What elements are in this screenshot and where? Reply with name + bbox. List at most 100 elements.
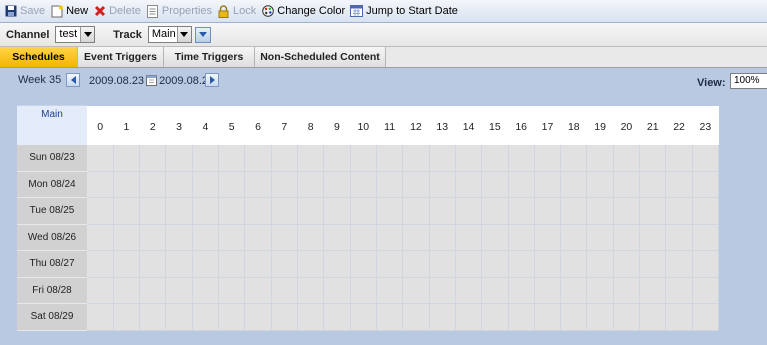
schedule-slot[interactable] (244, 197, 272, 225)
schedule-slot[interactable] (376, 277, 404, 304)
schedule-slot[interactable] (613, 303, 641, 331)
schedule-slot[interactable] (244, 224, 272, 251)
schedule-slot[interactable] (297, 197, 325, 225)
schedule-slot[interactable] (350, 250, 377, 278)
schedule-slot[interactable] (508, 144, 535, 172)
schedule-slot[interactable] (692, 224, 720, 251)
schedule-slot[interactable] (297, 250, 325, 278)
schedule-slot[interactable] (534, 144, 562, 172)
schedule-slot[interactable] (350, 171, 377, 198)
schedule-slot[interactable] (665, 277, 693, 304)
schedule-slot[interactable] (271, 303, 299, 331)
schedule-slot[interactable] (323, 171, 351, 198)
schedule-slot[interactable] (218, 197, 246, 225)
schedule-slot[interactable] (165, 303, 193, 331)
schedule-slot[interactable] (692, 171, 720, 198)
schedule-slot[interactable] (271, 224, 299, 251)
chevron-down-icon[interactable] (80, 27, 95, 42)
properties-button[interactable]: Properties (145, 2, 216, 20)
schedule-slot[interactable] (665, 250, 693, 278)
schedule-slot[interactable] (139, 171, 167, 198)
schedule-slot[interactable] (586, 171, 614, 198)
schedule-slot[interactable] (402, 303, 430, 331)
schedule-slot[interactable] (139, 224, 167, 251)
schedule-slot[interactable] (429, 171, 456, 198)
schedule-slot[interactable] (639, 303, 667, 331)
schedule-slot[interactable] (613, 197, 641, 225)
schedule-slot[interactable] (429, 250, 456, 278)
schedule-slot[interactable] (271, 144, 299, 172)
schedule-slot[interactable] (429, 224, 456, 251)
channel-select[interactable]: test (55, 26, 96, 43)
schedule-slot[interactable] (455, 224, 483, 251)
schedule-slot[interactable] (87, 277, 114, 304)
previous-week-button[interactable] (66, 73, 80, 87)
schedule-slot[interactable] (560, 224, 588, 251)
schedule-slot[interactable] (508, 250, 535, 278)
schedule-slot[interactable] (586, 250, 614, 278)
schedule-slot[interactable] (613, 250, 641, 278)
schedule-slot[interactable] (192, 144, 220, 172)
schedule-slot[interactable] (455, 144, 483, 172)
schedule-slot[interactable] (87, 144, 114, 172)
schedule-slot[interactable] (534, 197, 562, 225)
schedule-slot[interactable] (586, 197, 614, 225)
schedule-slot[interactable] (586, 277, 614, 304)
schedule-slot[interactable] (113, 197, 141, 225)
schedule-slot[interactable] (113, 144, 141, 172)
lock-button[interactable]: Lock (216, 2, 260, 20)
schedule-slot[interactable] (534, 250, 562, 278)
new-button[interactable]: New (49, 2, 92, 20)
schedule-slot[interactable] (376, 224, 404, 251)
schedule-slot[interactable] (165, 197, 193, 225)
schedule-slot[interactable] (560, 303, 588, 331)
schedule-slot[interactable] (534, 277, 562, 304)
save-button[interactable]: Save (3, 2, 49, 20)
schedule-slot[interactable] (192, 277, 220, 304)
schedule-slot[interactable] (218, 224, 246, 251)
schedule-slot[interactable] (323, 224, 351, 251)
schedule-slot[interactable] (271, 277, 299, 304)
schedule-slot[interactable] (87, 303, 114, 331)
schedule-slot[interactable] (639, 197, 667, 225)
schedule-slot[interactable] (560, 144, 588, 172)
track-select[interactable]: Main (147, 26, 192, 43)
schedule-slot[interactable] (323, 277, 351, 304)
schedule-slot[interactable] (586, 303, 614, 331)
schedule-slot[interactable] (139, 277, 167, 304)
schedule-slot[interactable] (455, 303, 483, 331)
schedule-slot[interactable] (429, 303, 456, 331)
schedule-slot[interactable] (613, 277, 641, 304)
schedule-slot[interactable] (665, 144, 693, 172)
schedule-slot[interactable] (218, 250, 246, 278)
schedule-slot[interactable] (613, 224, 641, 251)
schedule-slot[interactable] (323, 250, 351, 278)
schedule-slot[interactable] (665, 303, 693, 331)
schedule-slot[interactable] (560, 171, 588, 198)
schedule-slot[interactable] (192, 171, 220, 198)
schedule-slot[interactable] (429, 197, 456, 225)
schedule-slot[interactable] (376, 171, 404, 198)
schedule-slot[interactable] (87, 171, 114, 198)
schedule-slot[interactable] (692, 197, 720, 225)
schedule-slot[interactable] (639, 144, 667, 172)
schedule-slot[interactable] (534, 171, 562, 198)
schedule-slot[interactable] (139, 197, 167, 225)
schedule-slot[interactable] (455, 171, 483, 198)
view-zoom-select[interactable]: 100% (730, 73, 767, 89)
schedule-slot[interactable] (165, 144, 193, 172)
schedule-slot[interactable] (87, 197, 114, 225)
schedule-slot[interactable] (586, 224, 614, 251)
tab-schedules[interactable]: Schedules (0, 47, 78, 67)
schedule-slot[interactable] (508, 171, 535, 198)
schedule-slot[interactable] (534, 224, 562, 251)
schedule-slot[interactable] (165, 250, 193, 278)
schedule-slot[interactable] (244, 277, 272, 304)
schedule-slot[interactable] (192, 224, 220, 251)
schedule-slot[interactable] (323, 144, 351, 172)
schedule-slot[interactable] (665, 197, 693, 225)
schedule-slot[interactable] (113, 224, 141, 251)
schedule-slot[interactable] (665, 171, 693, 198)
schedule-slot[interactable] (402, 250, 430, 278)
schedule-slot[interactable] (639, 277, 667, 304)
